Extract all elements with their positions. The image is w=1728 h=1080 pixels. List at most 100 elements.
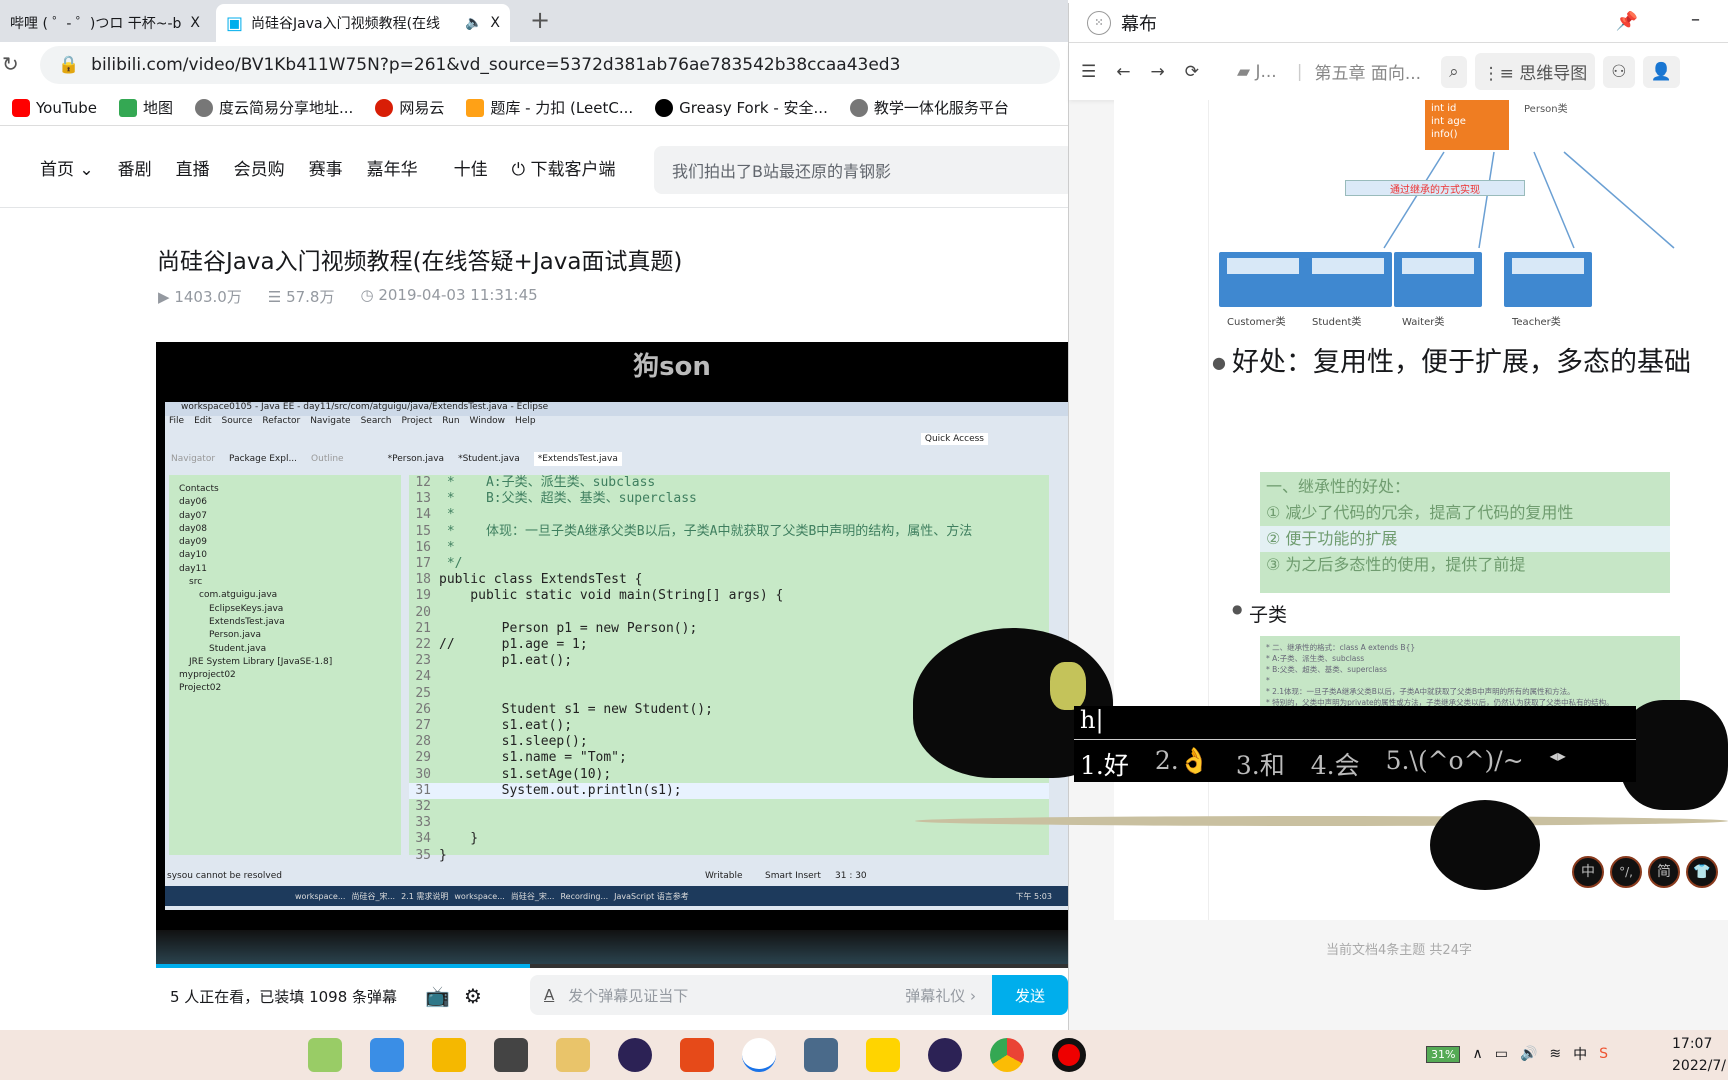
code-line: 17 */ xyxy=(409,556,1049,572)
minimize-icon[interactable]: – xyxy=(1691,9,1700,30)
menu-icon[interactable]: ☰ xyxy=(1081,62,1096,82)
new-tab-button[interactable]: + xyxy=(530,6,550,34)
bookmark-youtube[interactable]: YouTube xyxy=(12,98,97,117)
nav-bangumi[interactable]: 番剧 xyxy=(118,155,152,180)
mubu-logo-icon: ⁙ xyxy=(1087,10,1111,35)
speaker-icon[interactable]: 🔈 xyxy=(465,15,482,31)
ime-mode-button[interactable]: 中 xyxy=(1572,856,1604,888)
close-icon[interactable]: X xyxy=(190,15,200,31)
tree-item: EclipseKeys.java xyxy=(209,603,284,614)
code-line: 19 public static void main(String[] args… xyxy=(409,588,1049,604)
ime-skin-button[interactable]: 👕 xyxy=(1686,856,1718,888)
snippet-line: * 2.1体现：一旦子类A继承父类B以后，子类A中就获取了父类B中声明的所有的属… xyxy=(1266,687,1575,696)
nav-home[interactable]: 首页 ⌄ xyxy=(40,155,94,180)
search-doc-icon[interactable]: ⌕ xyxy=(1441,55,1467,88)
nav-top10[interactable]: 十佳 xyxy=(454,155,488,180)
recorder-icon[interactable] xyxy=(1052,1038,1086,1072)
clock-icon: ◷ xyxy=(360,286,374,304)
ime-indicator[interactable]: 中 xyxy=(1573,1044,1587,1064)
notepad-icon[interactable] xyxy=(308,1038,342,1072)
tree-item: ExtendsTest.java xyxy=(209,616,285,627)
nav-download-client[interactable]: ⏻ 下载客户端 xyxy=(512,155,616,180)
bookmark-baiduyun[interactable]: 度云简易分享地址... xyxy=(195,97,353,118)
xmind-icon[interactable] xyxy=(680,1038,714,1072)
ime-punct-button[interactable]: °/, xyxy=(1610,856,1642,888)
url-bar[interactable]: 🔒 bilibili.com/video/BV1Kb411W75N?p=261&v… xyxy=(40,46,1060,84)
sublime-icon[interactable] xyxy=(494,1038,528,1072)
share-icon[interactable]: ⚇ xyxy=(1603,55,1635,88)
eclipse-icon-2[interactable] xyxy=(928,1038,962,1072)
search-input[interactable]: 我们拍出了B站最还原的青钢影 xyxy=(654,146,1074,194)
sogou-icon[interactable]: S xyxy=(1599,1046,1608,1062)
battery-icon[interactable]: ▭ xyxy=(1495,1046,1508,1062)
volume-icon[interactable]: 🔊 xyxy=(1520,1046,1537,1062)
ime-candidate[interactable]: 5.\(^o^)/~ xyxy=(1386,746,1524,782)
bookmark-teaching[interactable]: 教学一体化服务平台 xyxy=(849,97,1009,118)
close-icon[interactable]: X xyxy=(490,15,500,31)
ime-candidate[interactable]: 2.👌 xyxy=(1155,746,1210,782)
bookmark-maps[interactable]: 地图 xyxy=(119,97,173,118)
bullet-benefits[interactable]: ● 好处：复用性，便于扩展，多态的基础 xyxy=(1212,343,1692,383)
ime-candidate[interactable]: 4.会 xyxy=(1311,746,1360,782)
danmaku-settings-icon[interactable]: ⚙ xyxy=(464,984,482,1008)
ime-simplified-button[interactable]: 简 xyxy=(1648,856,1680,888)
mubu-taskbar-icon[interactable] xyxy=(742,1038,776,1072)
refresh-icon[interactable]: ⟳ xyxy=(1185,62,1199,82)
danmaku-etiquette-link[interactable]: 弹幕礼仪 › xyxy=(905,985,976,1006)
chrome-icon[interactable] xyxy=(990,1038,1024,1072)
tab-bilibili-home[interactable]: 哔哩 ( ゜- ゜)つロ 干杯~-bili X xyxy=(0,4,210,42)
ime-page-arrows-icon[interactable]: ◂▸ xyxy=(1550,746,1566,782)
ime-candidate[interactable]: 1.好 xyxy=(1080,746,1129,782)
bullet-subclass[interactable]: ● 子类 xyxy=(1232,600,1287,627)
bookmark-greasyfork[interactable]: Greasy Fork - 安全... xyxy=(655,97,828,118)
forward-icon[interactable]: → xyxy=(1151,62,1165,82)
code-line: 34 } xyxy=(409,831,1049,847)
breadcrumb-doc[interactable]: 第五章 面向... xyxy=(1314,59,1421,84)
collaborate-icon[interactable]: 👤 xyxy=(1642,55,1680,88)
maps-icon xyxy=(119,98,137,117)
line-text: public static void main(String[] args) { xyxy=(439,588,784,604)
danmaku-input[interactable]: A 发个弹幕见证当下 弹幕礼仪 › 发送 xyxy=(530,975,1068,1015)
clock[interactable]: 17:07 2022/7/ xyxy=(1672,1033,1726,1077)
bookmark-leetcode[interactable]: 题库 - 力扣 (LeetC... xyxy=(466,97,633,118)
back-icon[interactable]: ← xyxy=(1116,62,1130,82)
mindmap-button[interactable]: ⋮≡ 思维导图 xyxy=(1474,53,1596,90)
eclipse-icon[interactable] xyxy=(618,1038,652,1072)
pin-icon[interactable]: 📌 xyxy=(1616,11,1638,32)
snippet-line: * A:子类、派生类、subclass xyxy=(1266,654,1365,663)
word-count: 当前文档4条主题 共24字 xyxy=(1326,943,1472,958)
potplayer-icon[interactable] xyxy=(866,1038,900,1072)
nav-match[interactable]: 赛事 xyxy=(309,155,343,180)
nav-mall[interactable]: 会员购 xyxy=(234,155,285,180)
line-number: 35 xyxy=(415,847,431,863)
eclipse-menu: File Edit Source Refactor Navigate Search Proj… xyxy=(169,416,536,426)
ime-candidate[interactable]: 3.和 xyxy=(1236,746,1285,782)
reload-icon[interactable]: ↻ xyxy=(2,52,19,76)
tree-item: day11 xyxy=(179,563,208,574)
progress-bar[interactable] xyxy=(156,964,1068,968)
nav-carnival[interactable]: 嘉年华 xyxy=(367,155,418,180)
bilibili-nav: 首页 ⌄ 番剧 直播 会员购 赛事 嘉年华 十佳 ⏻ 下载客户端 我们拍出了B站… xyxy=(0,128,1074,208)
tree-item: com.atguigu.java xyxy=(199,590,278,601)
line-text: s1.sleep(); xyxy=(439,734,588,750)
cat-skin-right xyxy=(1620,700,1728,810)
feishu-icon[interactable] xyxy=(370,1038,404,1072)
chevron-up-icon[interactable]: ∧ xyxy=(1472,1046,1482,1062)
send-button[interactable]: 发送 xyxy=(992,975,1068,1015)
file-explorer-icon[interactable] xyxy=(432,1038,466,1072)
calculator-icon[interactable] xyxy=(804,1038,838,1072)
bookmark-netease[interactable]: 网易云 xyxy=(375,97,444,118)
publish-date: ◷ 2019-04-03 11:31:45 xyxy=(360,286,538,304)
battery-indicator[interactable]: 31% xyxy=(1426,1045,1461,1063)
ime-toolbar: 中 °/, 简 👕 xyxy=(1572,856,1718,888)
child-class-box xyxy=(1504,252,1592,307)
tab-video[interactable]: ▣ 尚硅谷Java入门视频教程(在线 🔈 X xyxy=(216,4,510,42)
wifi-icon[interactable]: ≋ xyxy=(1549,1046,1561,1062)
breadcrumb-folder[interactable]: ▰ J... xyxy=(1237,62,1277,82)
video-title: 尚硅谷Java入门视频教程(在线答疑+Java面试真题) xyxy=(157,249,683,275)
snipping-tool-icon[interactable] xyxy=(556,1038,590,1072)
nav-live[interactable]: 直播 xyxy=(176,155,210,180)
danmaku-toggle-icon[interactable]: 📺 xyxy=(425,984,450,1008)
line-number: 20 xyxy=(415,604,431,620)
font-style-icon[interactable]: A xyxy=(530,986,568,1004)
